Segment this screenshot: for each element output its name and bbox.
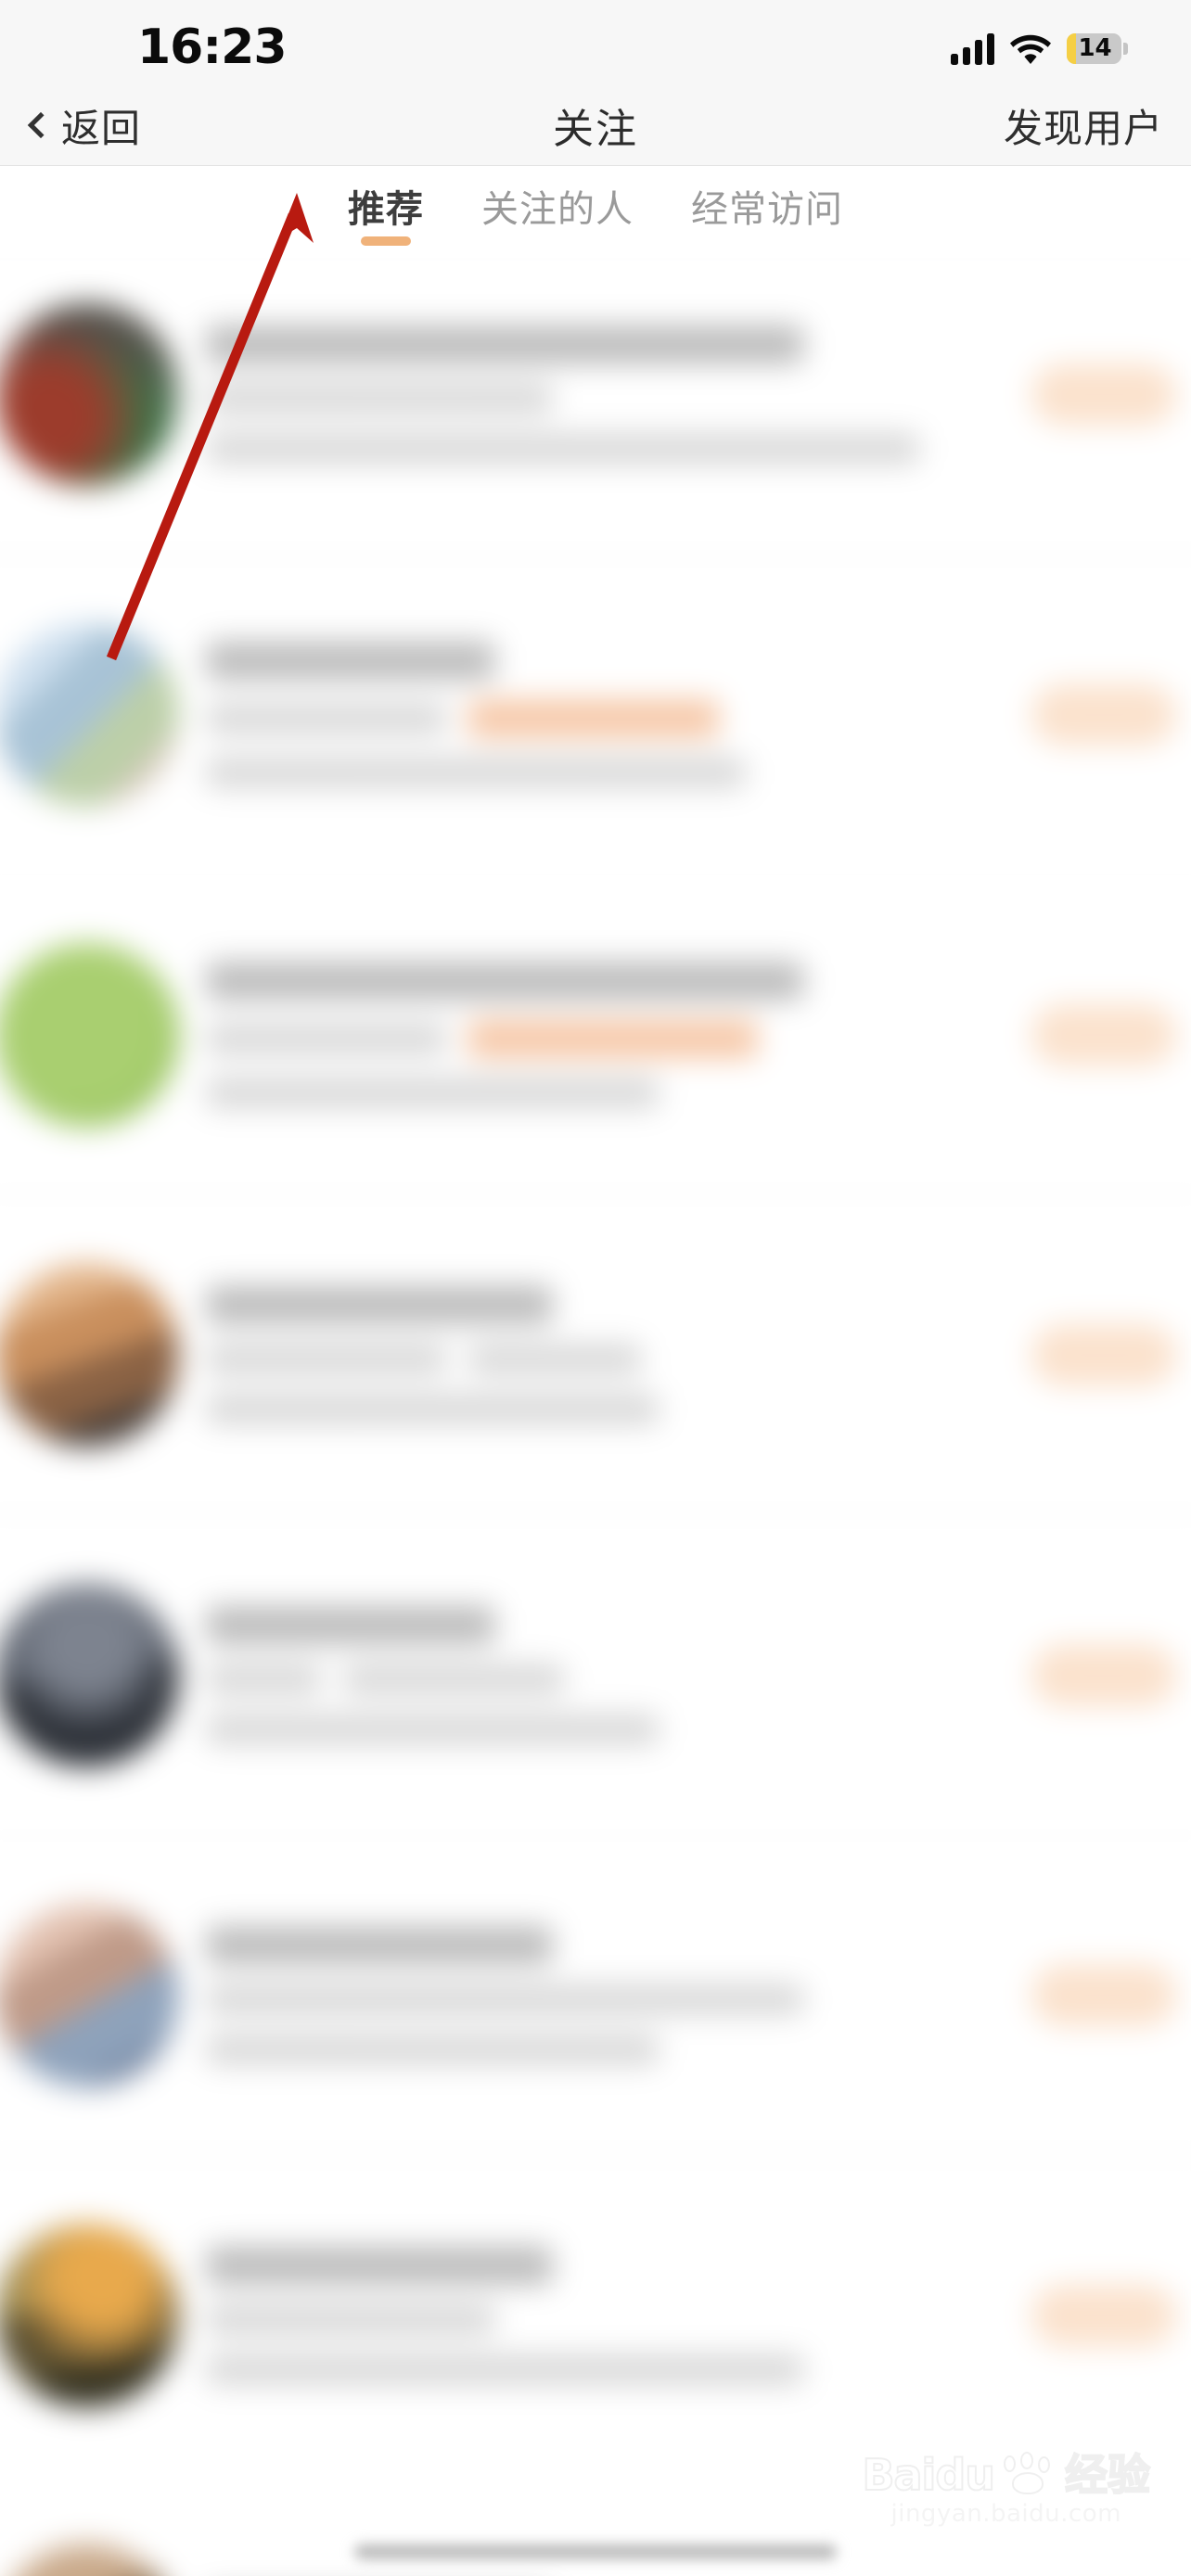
avatar[interactable] (0, 942, 179, 1127)
follow-button[interactable] (1031, 363, 1177, 426)
user-subtitle (205, 1343, 447, 1374)
avatar[interactable] (0, 2544, 179, 2576)
watermark-brand-cn: 经验 (1064, 2451, 1151, 2499)
user-subtitle (205, 2303, 495, 2335)
follow-button[interactable] (1031, 2284, 1177, 2347)
user-list-blurred-content (0, 258, 1191, 2576)
user-meta (205, 1019, 1031, 1058)
list-item-info (205, 1605, 1031, 1745)
user-description (205, 757, 747, 788)
list-item-info (205, 2245, 1031, 2385)
user-subtitle (205, 1663, 322, 1694)
user-meta (205, 698, 1031, 738)
battery-icon: 14 (1067, 32, 1128, 64)
status-bar-time: 16:23 (137, 19, 288, 75)
user-stat (342, 1663, 565, 1694)
list-item[interactable] (0, 874, 1191, 1195)
baidu-paw-icon (1002, 2452, 1057, 2496)
list-item-info (205, 1925, 1031, 2065)
tab-active-indicator (361, 236, 411, 246)
avatar[interactable] (0, 1263, 179, 1447)
tab-recommend-label: 推荐 (348, 189, 424, 230)
list-item-info (205, 641, 1031, 788)
user-meta (205, 1663, 1031, 1694)
tab-recommend[interactable]: 推荐 (348, 179, 424, 251)
battery-percent-label: 14 (1078, 34, 1112, 62)
wifi-icon (1010, 32, 1051, 64)
user-subtitle (205, 1023, 447, 1054)
follow-button[interactable] (1031, 1003, 1177, 1065)
user-tag (467, 1019, 758, 1058)
user-name (205, 1285, 554, 1324)
list-item[interactable] (0, 1515, 1191, 1836)
user-name (205, 641, 495, 680)
list-item[interactable] (0, 1835, 1191, 2156)
nav-bar: 返回 关注 发现用户 (0, 85, 1191, 166)
tab-frequent-visits[interactable]: 经常访问 (691, 179, 843, 251)
user-description (205, 2034, 660, 2065)
list-item[interactable] (0, 258, 1191, 555)
user-description (205, 1393, 660, 1424)
user-tag (467, 698, 720, 738)
phone-screen: 16:23 14 返回 关注 发现用户 推荐 关注的人 经常访问 Baidu 经… (0, 0, 1191, 2576)
follow-button[interactable] (1031, 1964, 1177, 2026)
follow-button[interactable] (1031, 1643, 1177, 1706)
tab-bar: 推荐 关注的人 经常访问 (0, 166, 1191, 258)
cellular-bars-icon (951, 32, 994, 65)
list-item-info (205, 961, 1031, 1108)
user-subtitle (205, 1983, 804, 2015)
tab-following[interactable]: 关注的人 (481, 179, 634, 251)
user-name (205, 961, 804, 1001)
user-subtitle (205, 382, 554, 414)
list-item[interactable] (0, 2155, 1191, 2476)
follow-button[interactable] (1031, 1323, 1177, 1386)
user-meta (205, 1343, 1031, 1374)
follow-button[interactable] (1031, 683, 1177, 746)
list-item[interactable] (0, 1194, 1191, 1516)
avatar[interactable] (0, 622, 179, 807)
avatar[interactable] (0, 2223, 179, 2407)
user-name (205, 1605, 495, 1644)
user-list[interactable] (0, 258, 1191, 2576)
tab-frequent-visits-label: 经常访问 (691, 189, 843, 230)
watermark-brand-latin: Baidu (861, 2450, 996, 2500)
user-description (205, 1077, 660, 1108)
user-description (205, 432, 920, 464)
avatar[interactable] (0, 302, 179, 486)
status-bar-icons: 14 (951, 32, 1128, 65)
baidu-jingyan-watermark: Baidu 经验 jingyan.baidu.com (861, 2450, 1151, 2528)
tab-following-label: 关注的人 (481, 189, 634, 230)
user-stat (467, 1343, 642, 1374)
status-bar: 16:23 14 (0, 0, 1191, 85)
avatar[interactable] (0, 1583, 179, 1766)
watermark-url: jingyan.baidu.com (890, 2500, 1121, 2528)
user-subtitle (205, 702, 447, 734)
discover-users-button[interactable]: 发现用户 (1004, 97, 1163, 154)
avatar[interactable] (0, 1903, 179, 2087)
user-name (205, 325, 804, 363)
list-item-info (205, 325, 1031, 464)
list-item[interactable] (0, 555, 1191, 875)
user-description (205, 1713, 660, 1745)
user-name (205, 1925, 554, 1965)
home-indicator (354, 2544, 837, 2559)
user-name (205, 2245, 554, 2285)
list-item-info (205, 1285, 1031, 1424)
user-description (205, 2353, 804, 2385)
